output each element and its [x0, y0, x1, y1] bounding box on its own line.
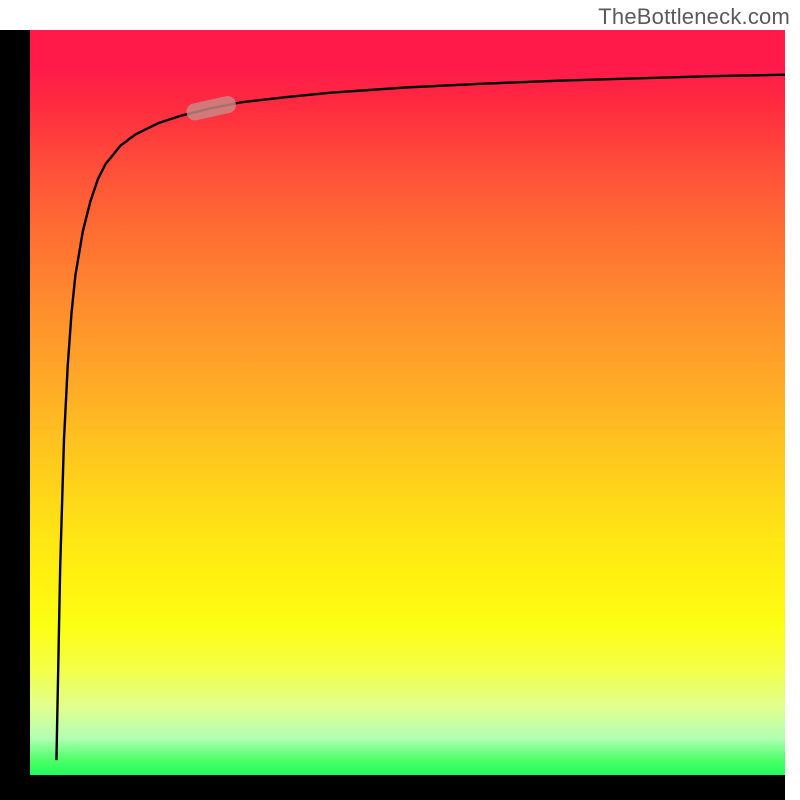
bottleneck-curve — [56, 75, 785, 760]
watermark-text: TheBottleneck.com — [598, 4, 790, 30]
chart-svg — [30, 30, 785, 775]
highlight-marker — [185, 95, 237, 122]
chart-container — [30, 30, 785, 775]
x-axis — [0, 775, 785, 800]
y-axis — [0, 30, 30, 775]
